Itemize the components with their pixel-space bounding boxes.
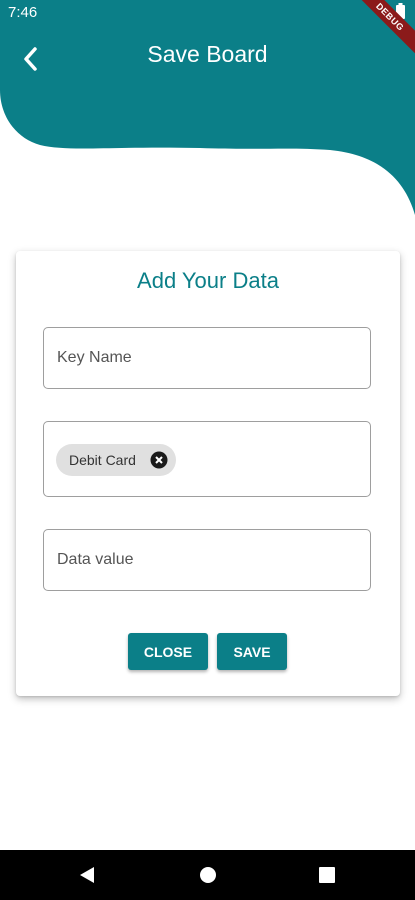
triangle-back-icon[interactable] <box>79 866 95 884</box>
category-chip: Debit Card <box>56 444 176 476</box>
system-navigation-bar <box>0 850 415 900</box>
status-time: 7:46 <box>8 4 38 21</box>
cancel-circle-icon[interactable] <box>150 451 168 469</box>
page-title: Save Board <box>147 41 268 67</box>
save-button[interactable]: SAVE <box>217 633 287 670</box>
data-value-field <box>43 529 371 591</box>
square-recents-icon[interactable] <box>319 867 335 883</box>
add-data-card: Add Your Data Debit Card CLOSE SAVE <box>16 251 400 696</box>
app-bar: Save Board <box>0 26 415 82</box>
chip-label: Debit Card <box>69 452 136 468</box>
key-name-field <box>43 327 371 389</box>
close-button[interactable]: CLOSE <box>128 633 208 670</box>
status-bar: 7:46 DEBUG <box>0 0 415 62</box>
circle-home-icon[interactable] <box>199 866 217 884</box>
key-name-input[interactable] <box>44 328 370 388</box>
data-value-input[interactable] <box>44 530 370 590</box>
category-field[interactable]: Debit Card <box>43 421 371 497</box>
card-title: Add Your Data <box>137 268 279 293</box>
